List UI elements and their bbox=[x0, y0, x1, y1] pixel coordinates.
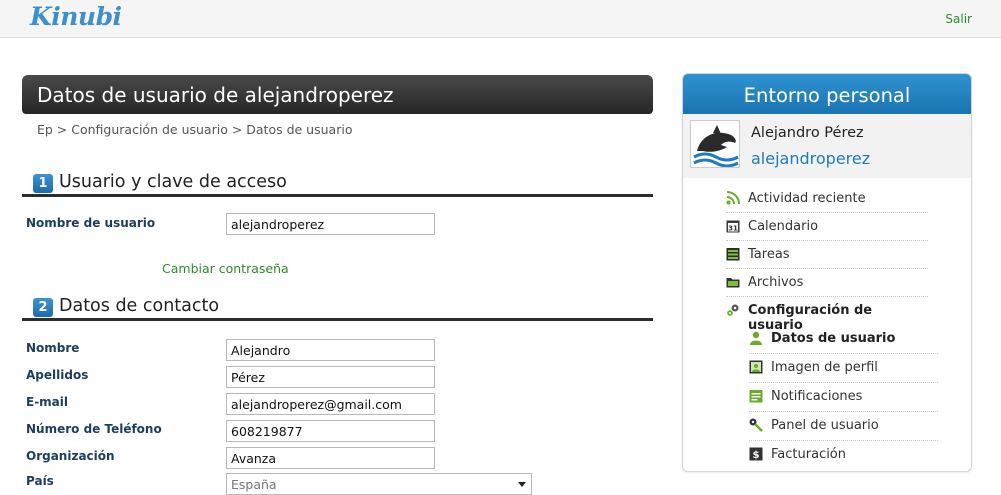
svg-text:31: 31 bbox=[728, 224, 738, 232]
phone-label: Número de Teléfono bbox=[26, 422, 162, 436]
notifications-icon bbox=[749, 390, 763, 403]
svg-text:$: $ bbox=[753, 450, 760, 461]
personal-environment-panel: Entorno personal Alejandro Pérez alejand… bbox=[682, 73, 972, 472]
sidebar-item-label: Calendario bbox=[748, 219, 819, 234]
sidebar-item-label: Notificaciones bbox=[771, 389, 863, 404]
section-title: Usuario y clave de acceso bbox=[59, 172, 287, 192]
section-number-badge: 2 bbox=[33, 298, 53, 317]
first-name-input[interactable] bbox=[226, 339, 435, 361]
page-title-text: Datos de usuario de alejandroperez bbox=[37, 83, 394, 107]
billing-icon: $ bbox=[749, 447, 763, 461]
kinubi-logo[interactable]: Kinubi bbox=[30, 2, 122, 31]
username-label: Nombre de usuario bbox=[26, 216, 156, 230]
email-label: E-mail bbox=[26, 395, 69, 409]
sidebar-subitem-user-panel[interactable]: Panel de usuario bbox=[749, 412, 938, 441]
country-label: País bbox=[26, 474, 54, 488]
folder-icon bbox=[726, 278, 740, 288]
organization-input[interactable] bbox=[226, 447, 435, 469]
profile-username-link[interactable]: alejandroperez bbox=[751, 149, 870, 168]
sidebar-item-label: Imagen de perfil bbox=[771, 360, 878, 375]
key-icon bbox=[749, 418, 763, 432]
user-icon bbox=[750, 331, 762, 345]
sidebar-item-label: Datos de usuario bbox=[771, 331, 896, 346]
rss-icon bbox=[726, 191, 740, 205]
sidebar-item-label: Tareas bbox=[748, 247, 790, 262]
sidebar-item-files[interactable]: Archivos bbox=[726, 269, 928, 297]
calendar-icon: 31 bbox=[726, 220, 740, 233]
section-contact-header: 2 Datos de contacto bbox=[22, 295, 653, 321]
sidebar-subitem-billing[interactable]: $ Facturación bbox=[749, 441, 938, 470]
change-password-link[interactable]: Cambiar contraseña bbox=[162, 261, 289, 276]
section-number-badge: 1 bbox=[33, 174, 53, 193]
tasks-icon bbox=[726, 248, 740, 261]
email-input[interactable] bbox=[226, 393, 435, 415]
profile-full-name: Alejandro Pérez bbox=[751, 125, 864, 141]
sidebar-item-tasks[interactable]: Tareas bbox=[726, 241, 928, 269]
country-selected-value: España bbox=[231, 477, 277, 492]
top-bar: Kinubi Salir bbox=[0, 0, 1001, 38]
section-access-header: 1 Usuario y clave de acceso bbox=[22, 171, 653, 197]
breadcrumb: Ep > Configuración de usuario > Datos de… bbox=[37, 122, 353, 137]
last-name-input[interactable] bbox=[226, 366, 435, 388]
logout-link[interactable]: Salir bbox=[945, 12, 972, 26]
dolphin-icon bbox=[693, 125, 739, 167]
sidebar-item-label: Facturación bbox=[771, 447, 846, 462]
gears-icon bbox=[727, 304, 739, 316]
username-input[interactable] bbox=[226, 213, 435, 235]
sidebar-subitem-user-data[interactable]: Datos de usuario bbox=[749, 325, 938, 354]
last-name-label: Apellidos bbox=[26, 368, 89, 382]
sidebar-item-calendar[interactable]: 31 Calendario bbox=[726, 213, 928, 241]
avatar[interactable] bbox=[690, 120, 740, 168]
profile-image-icon bbox=[749, 360, 763, 374]
sidebar-item-recent-activity[interactable]: Actividad reciente bbox=[726, 185, 928, 213]
section-title: Datos de contacto bbox=[59, 296, 220, 316]
sidebar-item-label: Actividad reciente bbox=[748, 191, 866, 206]
dropdown-arrow-icon bbox=[518, 482, 526, 487]
organization-label: Organización bbox=[26, 449, 115, 463]
first-name-label: Nombre bbox=[26, 341, 80, 355]
phone-input[interactable] bbox=[226, 420, 435, 442]
sidebar-subitem-profile-image[interactable]: Imagen de perfil bbox=[749, 354, 938, 383]
page-title: Datos de usuario de alejandroperez bbox=[22, 75, 653, 114]
sidebar-item-label: Archivos bbox=[748, 275, 804, 290]
sidebar-item-label: Panel de usuario bbox=[771, 418, 879, 433]
sidebar-subitem-notifications[interactable]: Notificaciones bbox=[749, 383, 938, 412]
sidebar-item-user-settings[interactable]: Configuración de usuario bbox=[726, 297, 928, 333]
panel-title: Entorno personal bbox=[683, 74, 971, 114]
country-select[interactable]: España bbox=[226, 473, 532, 495]
profile-card: Alejandro Pérez alejandroperez bbox=[683, 114, 971, 178]
